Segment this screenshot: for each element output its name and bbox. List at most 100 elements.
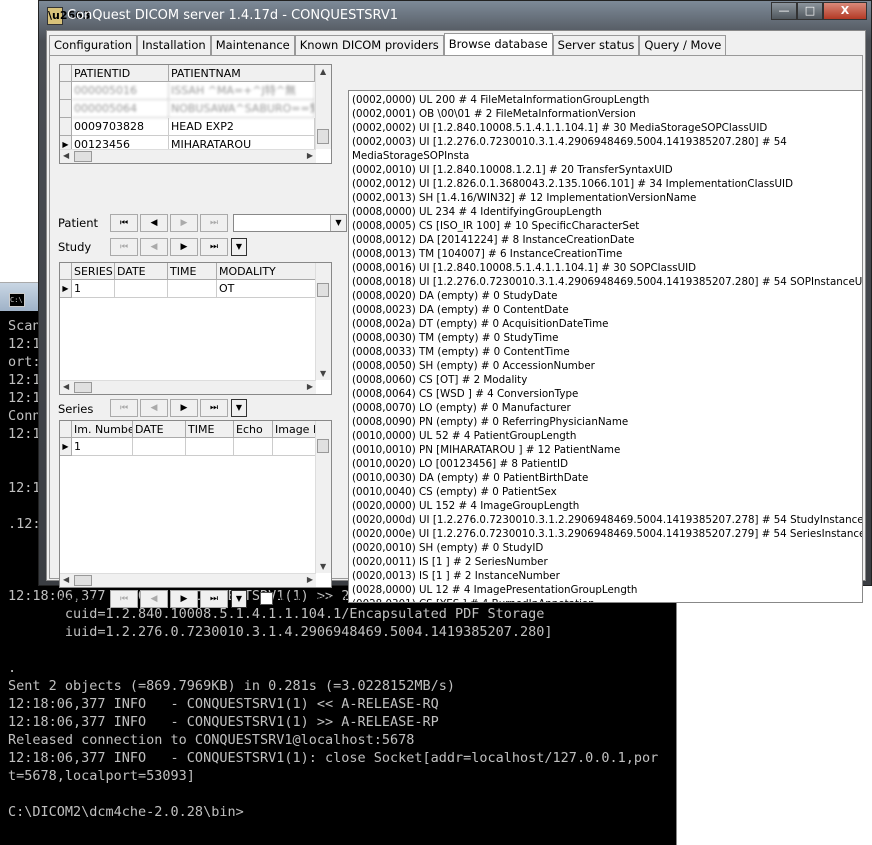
chevron-down-icon[interactable]: ▼ bbox=[330, 215, 346, 231]
browse-database-panel: PATIENTID PATIENTNAM 000005016 ISSAH ^MA… bbox=[49, 55, 863, 608]
patient-select[interactable]: ▼ bbox=[233, 214, 347, 232]
tab-server-status[interactable]: Server status bbox=[552, 35, 640, 55]
scroll-up-icon[interactable]: ▲ bbox=[320, 67, 326, 76]
image-row-selected[interactable]: ▶ 1 bbox=[60, 438, 317, 456]
patient-grid[interactable]: PATIENTID PATIENTNAM 000005016 ISSAH ^MA… bbox=[59, 64, 332, 164]
series-first-button[interactable]: ⏮ bbox=[110, 399, 138, 417]
dicom-element-line: (0010,0010) PN [MIHARATAROU ] # 12 Patie… bbox=[352, 444, 621, 456]
scroll-left-icon[interactable]: ◀ bbox=[63, 151, 69, 160]
scroll-thumb[interactable] bbox=[317, 129, 329, 144]
scroll-thumb[interactable] bbox=[74, 151, 92, 162]
patient-last-button[interactable]: ⏭ bbox=[200, 214, 228, 232]
tab-known-dicom-providers[interactable]: Known DICOM providers bbox=[294, 35, 444, 55]
study-next-button[interactable]: ▶ bbox=[170, 238, 198, 256]
dicom-element-line: (0002,0012) UI [1.2.826.0.1.3680043.2.13… bbox=[352, 178, 794, 190]
patient-row[interactable]: 000005016 ISSAH ^MA=+^J特^無 bbox=[60, 82, 315, 100]
patient-row[interactable]: 0009703828 HEAD EXP2 bbox=[60, 118, 315, 136]
patient-name-cell: NOBUSAWA^SABURO==繋 bbox=[169, 100, 315, 118]
series-grid[interactable]: SERIES DATE TIME MODALITY ▶ 1 OT ▼ ◀ ▶ bbox=[59, 262, 332, 395]
image-grid[interactable]: Im. Number DATE TIME Echo Image ID ▶ 1 bbox=[59, 420, 332, 588]
tab-installation[interactable]: Installation bbox=[137, 35, 211, 55]
view-incoming-checkbox[interactable]: View incoming bbox=[260, 592, 358, 605]
column-header-image-number[interactable]: Im. Number bbox=[72, 421, 133, 438]
column-header-time[interactable]: TIME bbox=[186, 421, 234, 438]
close-button[interactable]: X bbox=[823, 2, 867, 20]
column-header-modality[interactable]: MODALITY bbox=[217, 263, 317, 280]
patient-vertical-scrollbar[interactable]: ▲ bbox=[315, 65, 331, 149]
tab-configuration[interactable]: Configuration bbox=[49, 35, 137, 55]
maximize-button[interactable]: □ bbox=[797, 2, 823, 20]
image-horizontal-scrollbar[interactable]: ◀ ▶ bbox=[60, 573, 316, 587]
series-time-cell bbox=[168, 280, 217, 298]
column-header-series[interactable]: SERIES bbox=[72, 263, 115, 280]
image-vertical-scrollbar[interactable]: ▼ bbox=[315, 421, 331, 573]
study-dropdown-icon[interactable]: ▼ bbox=[231, 238, 247, 256]
scroll-thumb[interactable] bbox=[74, 382, 92, 393]
dicom-element-line: (0008,0000) UL 234 # 4 IdentifyingGroupL… bbox=[352, 206, 602, 218]
patient-horizontal-scrollbar[interactable]: ◀ ▶ bbox=[60, 149, 316, 163]
dicom-element-line: (0008,0020) DA (empty) # 0 StudyDate bbox=[352, 290, 558, 302]
column-header-time[interactable]: TIME bbox=[168, 263, 217, 280]
series-prev-button[interactable]: ◀ bbox=[140, 399, 168, 417]
series-row-selected[interactable]: ▶ 1 OT bbox=[60, 280, 317, 298]
console-line: Sent 2 objects (=869.7969KB) in 0.281s (… bbox=[8, 678, 456, 694]
console-line: 12:1 bbox=[8, 390, 41, 406]
image-next-button[interactable]: ▶ bbox=[170, 590, 198, 608]
window-controls: — □ X bbox=[771, 2, 867, 20]
image-prev-button[interactable]: ◀ bbox=[140, 590, 168, 608]
dicom-header-dump[interactable]: (0002,0000) UL 200 # 4 FileMetaInformati… bbox=[348, 90, 863, 603]
scroll-right-icon[interactable]: ▶ bbox=[307, 382, 313, 391]
patient-id-cell: 000005016 bbox=[72, 82, 169, 100]
patient-next-button[interactable]: ▶ bbox=[170, 214, 198, 232]
image-dropdown-icon[interactable]: ▼ bbox=[231, 590, 247, 608]
patient-prev-button[interactable]: ◀ bbox=[140, 214, 168, 232]
minimize-button[interactable]: — bbox=[771, 2, 797, 20]
scroll-left-icon[interactable]: ◀ bbox=[63, 575, 69, 584]
study-prev-button[interactable]: ◀ bbox=[140, 238, 168, 256]
column-header-image-id[interactable]: Image ID bbox=[273, 421, 317, 438]
tab-maintenance[interactable]: Maintenance bbox=[210, 35, 295, 55]
scroll-thumb[interactable] bbox=[74, 575, 92, 586]
column-header-echo[interactable]: Echo bbox=[234, 421, 273, 438]
image-last-button[interactable]: ⏭ bbox=[200, 590, 228, 608]
window-title: ConQuest DICOM server 1.4.17d - CONQUEST… bbox=[67, 8, 399, 23]
dicom-element-line: (0008,0030) TM (empty) # 0 StudyTime bbox=[352, 332, 559, 344]
dicom-element-line: (0008,0016) UI [1.2.840.10008.5.1.4.1.1.… bbox=[352, 262, 697, 274]
column-header-date[interactable]: DATE bbox=[133, 421, 186, 438]
scroll-down-icon[interactable]: ▼ bbox=[320, 369, 326, 378]
tab-query-move[interactable]: Query / Move bbox=[639, 35, 727, 55]
scroll-right-icon[interactable]: ▶ bbox=[307, 575, 313, 584]
dicom-element-line: (0008,0013) TM [104007] # 6 InstanceCrea… bbox=[352, 248, 623, 260]
scroll-thumb[interactable] bbox=[317, 439, 329, 453]
dicom-element-line: (0008,0064) CS [WSD ] # 4 ConversionType bbox=[352, 388, 579, 400]
scroll-left-icon[interactable]: ◀ bbox=[63, 382, 69, 391]
series-horizontal-scrollbar[interactable]: ◀ ▶ bbox=[60, 380, 316, 394]
checkbox-icon[interactable] bbox=[260, 592, 273, 605]
image-first-button[interactable]: ⏮ bbox=[110, 590, 138, 608]
console-line: Scan bbox=[8, 318, 41, 334]
scroll-right-icon[interactable]: ▶ bbox=[307, 151, 313, 160]
column-header-date[interactable]: DATE bbox=[115, 263, 168, 280]
dicom-element-line: (0002,0002) UI [1.2.840.10008.5.1.4.1.1.… bbox=[352, 122, 768, 134]
series-next-button[interactable]: ▶ bbox=[170, 399, 198, 417]
dicom-element-line: (0008,0005) CS [ISO_IR 100] # 10 Specifi… bbox=[352, 220, 640, 232]
series-number-cell: 1 bbox=[72, 280, 115, 298]
image-echo-cell bbox=[234, 438, 273, 456]
row-indicator-icon: ▶ bbox=[60, 438, 72, 456]
tab-browse-database[interactable]: Browse database bbox=[443, 33, 553, 56]
dicom-element-line: (0008,0023) DA (empty) # 0 ContentDate bbox=[352, 304, 569, 316]
column-header-patientname[interactable]: PATIENTNAM bbox=[169, 65, 315, 82]
column-header-patientid[interactable]: PATIENTID bbox=[72, 65, 169, 82]
dicom-element-line: (0020,0013) IS [1 ] # 2 InstanceNumber bbox=[352, 570, 560, 582]
scroll-thumb[interactable] bbox=[317, 283, 329, 297]
console-line: 12:18:06,377 INFO - CONQUESTSRV1(1) << A… bbox=[8, 696, 439, 712]
series-last-button[interactable]: ⏭ bbox=[200, 399, 228, 417]
patient-first-button[interactable]: ⏮ bbox=[110, 214, 138, 232]
scroll-down-icon[interactable]: ▼ bbox=[320, 562, 326, 571]
study-last-button[interactable]: ⏭ bbox=[200, 238, 228, 256]
series-vertical-scrollbar[interactable]: ▼ bbox=[315, 263, 331, 380]
patient-row[interactable]: 000005064 NOBUSAWA^SABURO==繋 bbox=[60, 100, 315, 118]
series-dropdown-icon[interactable]: ▼ bbox=[231, 399, 247, 417]
conquest-window[interactable]: \u2663 ConQuest DICOM server 1.4.17d - C… bbox=[38, 0, 872, 608]
study-first-button[interactable]: ⏮ bbox=[110, 238, 138, 256]
